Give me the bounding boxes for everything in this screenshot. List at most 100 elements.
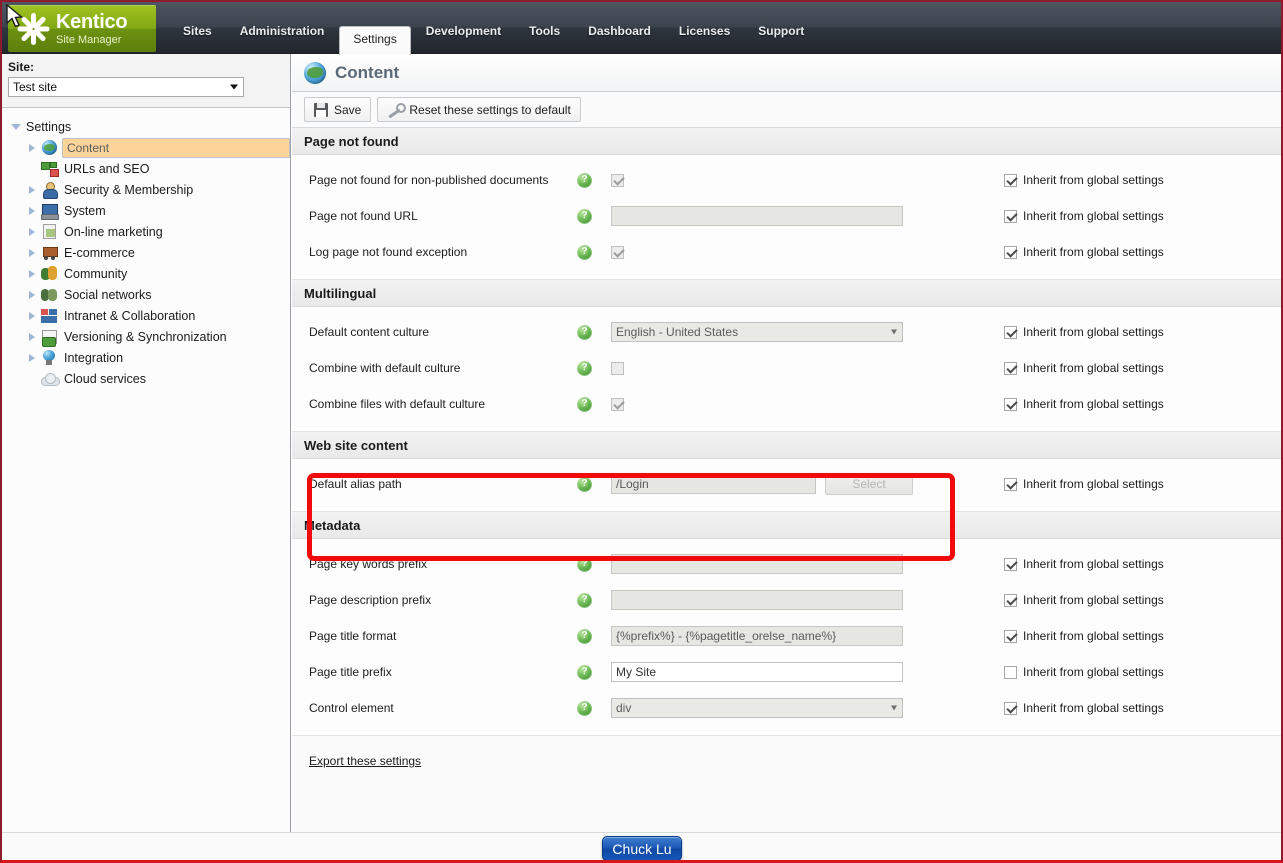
inherit-global-settings[interactable]: Inherit from global settings	[1004, 557, 1164, 571]
sidebar-item-on-line-marketing[interactable]: On-line marketing	[24, 221, 290, 242]
inherit-label: Inherit from global settings	[1023, 701, 1164, 715]
inherit-checkbox[interactable]	[1004, 245, 1017, 259]
tree-root-settings[interactable]: Settings	[8, 116, 290, 137]
setting-control: {%prefix%} - {%pagetitle_orelse_name%}	[611, 626, 1281, 646]
settings-section-multilingual: Multilingual Default content culture? Engl…	[292, 280, 1281, 432]
expander-collapsed-icon[interactable]	[24, 227, 40, 236]
inherit-global-settings[interactable]: Inherit from global settings	[1004, 629, 1164, 643]
nav-item-licenses[interactable]: Licenses	[666, 19, 743, 44]
inherit-global-settings[interactable]: Inherit from global settings	[1004, 361, 1164, 375]
nav-item-settings[interactable]: Settings	[339, 26, 411, 55]
inherit-global-settings[interactable]: Inherit from global settings	[1004, 477, 1164, 491]
help-icon[interactable]: ?	[577, 360, 592, 376]
sidebar-item-urls-and-seo[interactable]: URLs and SEO	[24, 158, 290, 179]
help-icon[interactable]: ?	[577, 324, 592, 340]
setting-row: Page title prefix? My Site Inherit from gl…	[292, 654, 1281, 690]
inherit-global-settings[interactable]: Inherit from global settings	[1004, 593, 1164, 607]
nav-item-development[interactable]: Development	[413, 19, 514, 44]
inherit-checkbox[interactable]	[1004, 701, 1017, 715]
inherit-global-settings[interactable]: Inherit from global settings	[1004, 245, 1164, 259]
help-icon[interactable]: ?	[577, 664, 592, 680]
expander-open-icon[interactable]	[8, 123, 24, 130]
help-icon[interactable]: ?	[577, 592, 592, 608]
sidebar-item-e-commerce[interactable]: E-commerce	[24, 242, 290, 263]
setting-control	[611, 554, 1281, 574]
inherit-checkbox[interactable]	[1004, 325, 1017, 339]
setting-row: Combine with default culture? Inherit fro…	[292, 350, 1281, 386]
nav-item-administration[interactable]: Administration	[227, 19, 338, 44]
sidebar-item-intranet-collaboration[interactable]: Intranet & Collaboration	[24, 305, 290, 326]
sidebar-item-label: E-commerce	[64, 245, 135, 260]
expander-collapsed-icon[interactable]	[24, 185, 40, 194]
inherit-global-settings[interactable]: Inherit from global settings	[1004, 173, 1164, 187]
sidebar-item-community[interactable]: Community	[24, 263, 290, 284]
setting-text-input	[611, 206, 903, 226]
sidebar-item-system[interactable]: System	[24, 200, 290, 221]
help-icon[interactable]: ?	[577, 628, 592, 644]
help-icon-wrap: ?	[577, 172, 611, 188]
inherit-checkbox[interactable]	[1004, 397, 1017, 411]
expander-collapsed-icon[interactable]	[24, 248, 40, 257]
help-icon[interactable]: ?	[577, 396, 592, 412]
sidebar-item-content[interactable]: Content	[24, 137, 290, 158]
inherit-checkbox[interactable]	[1004, 557, 1017, 571]
nav-item-dashboard[interactable]: Dashboard	[575, 19, 664, 44]
inherit-global-settings[interactable]: Inherit from global settings	[1004, 701, 1164, 715]
settings-scroll-area: Page not found Page not found for non-pub…	[292, 128, 1281, 832]
setting-control: English - United States	[611, 322, 1281, 342]
people-icon	[40, 266, 58, 282]
setting-dropdown-value: div	[616, 701, 632, 715]
inherit-checkbox[interactable]	[1004, 209, 1017, 223]
expander-collapsed-icon[interactable]	[24, 206, 40, 215]
inherit-checkbox[interactable]	[1004, 593, 1017, 607]
sidebar-item-label: Content	[62, 137, 290, 158]
inherit-global-settings[interactable]: Inherit from global settings	[1004, 397, 1164, 411]
inherit-checkbox[interactable]	[1004, 629, 1017, 643]
setting-text-input[interactable]: My Site	[611, 662, 903, 682]
nav-item-sites[interactable]: Sites	[170, 19, 225, 44]
kentico-logo[interactable]: Kentico Site Manager	[8, 5, 156, 52]
expander-collapsed-icon[interactable]	[24, 353, 40, 362]
sidebar-item-label: Social networks	[64, 287, 152, 302]
help-icon[interactable]: ?	[577, 208, 592, 224]
export-settings-link[interactable]: Export these settings	[309, 754, 421, 768]
sidebar-item-integration[interactable]: Integration	[24, 347, 290, 368]
reset-settings-button[interactable]: Reset these settings to default	[377, 97, 581, 122]
nav-item-support[interactable]: Support	[745, 19, 817, 44]
help-icon[interactable]: ?	[577, 556, 592, 572]
help-icon[interactable]: ?	[577, 476, 592, 492]
help-icon-wrap: ?	[577, 664, 611, 680]
inherit-label: Inherit from global settings	[1023, 593, 1164, 607]
inherit-checkbox[interactable]	[1004, 477, 1017, 491]
setting-text-input	[611, 590, 903, 610]
inherit-global-settings[interactable]: Inherit from global settings	[1004, 665, 1164, 679]
help-icon[interactable]: ?	[577, 244, 592, 260]
setting-dropdown: div	[611, 698, 903, 718]
expander-collapsed-icon[interactable]	[24, 290, 40, 299]
expander-collapsed-icon[interactable]	[24, 143, 40, 152]
nav-item-tools[interactable]: Tools	[516, 19, 573, 44]
user-badge[interactable]: Chuck Lu	[602, 836, 682, 860]
sidebar-item-cloud-services[interactable]: Cloud services	[24, 368, 290, 389]
expander-collapsed-icon[interactable]	[24, 269, 40, 278]
settings-section-page-not-found: Page not found Page not found for non-pub…	[292, 128, 1281, 280]
inherit-global-settings[interactable]: Inherit from global settings	[1004, 209, 1164, 223]
setting-row: Page description prefix? Inherit from glo…	[292, 582, 1281, 618]
help-icon[interactable]: ?	[577, 700, 592, 716]
site-selector-box: Site: Test site	[2, 54, 290, 108]
help-icon[interactable]: ?	[577, 172, 592, 188]
inherit-checkbox[interactable]	[1004, 665, 1017, 679]
save-button[interactable]: Save	[304, 97, 372, 122]
inherit-checkbox[interactable]	[1004, 173, 1017, 187]
sidebar-item-social-networks[interactable]: Social networks	[24, 284, 290, 305]
inherit-global-settings[interactable]: Inherit from global settings	[1004, 325, 1164, 339]
inherit-label: Inherit from global settings	[1023, 665, 1164, 679]
sidebar-item-security-membership[interactable]: Security & Membership	[24, 179, 290, 200]
site-dropdown[interactable]: Test site	[8, 77, 244, 97]
section-body: Default alias path? /Login Select Inherit f…	[292, 459, 1281, 511]
expander-collapsed-icon[interactable]	[24, 311, 40, 320]
sidebar-item-versioning-synchronization[interactable]: Versioning & Synchronization	[24, 326, 290, 347]
setting-label: Log page not found exception	[309, 245, 468, 259]
inherit-checkbox[interactable]	[1004, 361, 1017, 375]
expander-collapsed-icon[interactable]	[24, 332, 40, 341]
